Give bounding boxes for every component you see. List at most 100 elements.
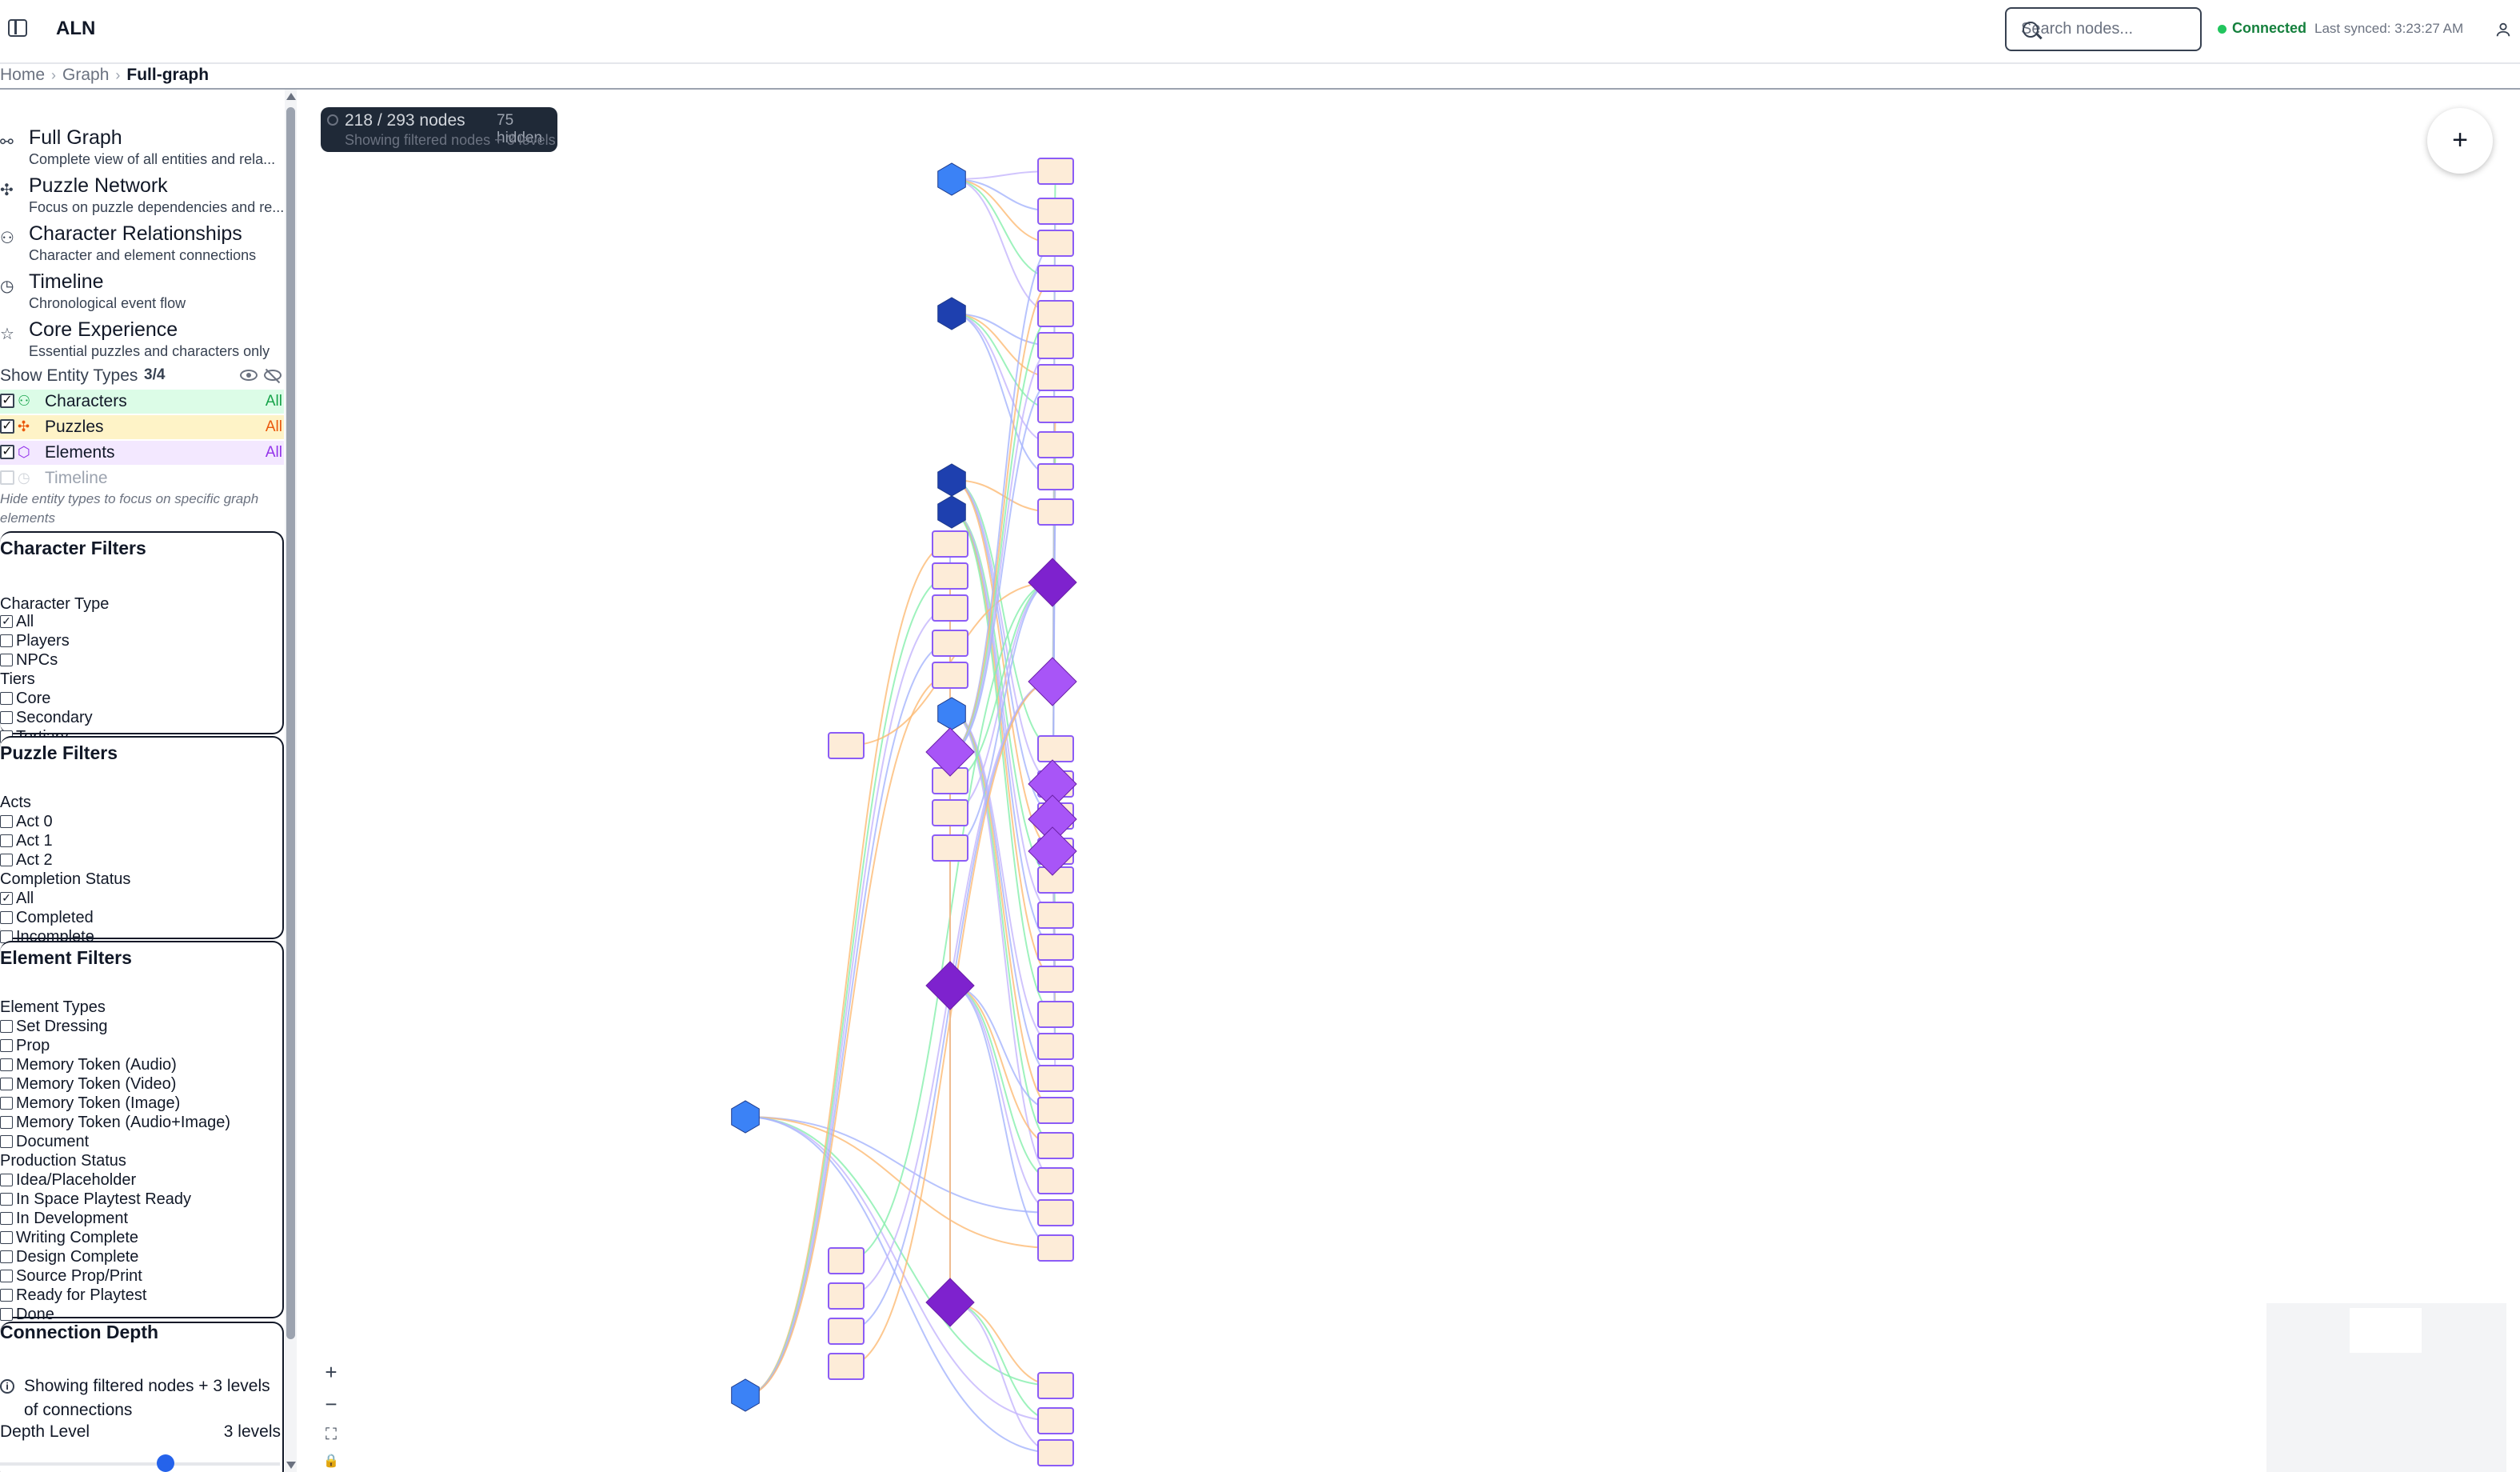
checkbox[interactable] — [0, 854, 13, 866]
checkbox[interactable] — [0, 1078, 13, 1090]
search-box[interactable] — [2005, 7, 2202, 51]
element-node[interactable] — [1037, 1439, 1074, 1466]
eye-off-icon[interactable] — [264, 370, 282, 381]
graph-edge[interactable] — [745, 607, 951, 1396]
breadcrumb-graph[interactable]: Graph — [62, 66, 109, 85]
checkbox[interactable]: ✓ — [0, 615, 13, 628]
entity-row-puzzles[interactable]: ✓ ✣ Puzzles All — [0, 415, 284, 439]
graph-svg[interactable] — [302, 90, 2520, 1472]
checkbox[interactable] — [0, 1308, 13, 1321]
entity-row-timeline[interactable]: ◷ Timeline — [0, 466, 284, 490]
checkbox[interactable] — [0, 1058, 13, 1071]
character-node[interactable] — [937, 297, 966, 330]
element-node[interactable] — [1037, 230, 1074, 257]
checkbox[interactable] — [0, 1212, 13, 1225]
element-node[interactable] — [1037, 332, 1074, 359]
character-node[interactable] — [731, 1100, 760, 1134]
checkbox[interactable] — [0, 1193, 13, 1206]
depth-slider-track[interactable] — [0, 1462, 280, 1466]
element-node[interactable] — [932, 662, 968, 689]
element-node[interactable] — [828, 1282, 865, 1310]
character-node[interactable] — [731, 1378, 760, 1412]
checkbox[interactable] — [0, 1231, 13, 1244]
characters-checkbox[interactable]: ✓ — [0, 394, 14, 408]
element-node[interactable] — [932, 799, 968, 826]
sidebar-toggle-icon[interactable] — [8, 19, 27, 37]
element-node[interactable] — [1037, 364, 1074, 391]
element-node[interactable] — [1037, 431, 1074, 458]
checkbox[interactable] — [0, 1020, 13, 1033]
element-node[interactable] — [1037, 1199, 1074, 1226]
depth-slider-thumb[interactable] — [157, 1454, 174, 1472]
checkbox[interactable] — [0, 1289, 13, 1302]
character-node[interactable] — [937, 697, 966, 730]
scroll-up-icon[interactable] — [286, 93, 296, 100]
puzzle-node[interactable] — [925, 961, 975, 1010]
minimap-viewport[interactable] — [2350, 1308, 2422, 1353]
element-node[interactable] — [1037, 498, 1074, 526]
element-node[interactable] — [1037, 1167, 1074, 1194]
character-node[interactable] — [937, 162, 966, 196]
element-node[interactable] — [932, 562, 968, 590]
checkbox[interactable] — [0, 692, 13, 705]
breadcrumb-home[interactable]: Home — [0, 66, 45, 85]
element-node[interactable] — [1037, 1065, 1074, 1092]
puzzle-node[interactable] — [1028, 657, 1077, 706]
checkbox[interactable] — [0, 1135, 13, 1148]
minimap[interactable] — [2266, 1303, 2506, 1472]
element-node[interactable] — [932, 834, 968, 862]
elements-checkbox[interactable]: ✓ — [0, 445, 14, 459]
view-full-graph[interactable]: ⚯ Full Graph Complete view of all entiti… — [0, 126, 284, 173]
sidebar-scrollbar[interactable] — [285, 90, 297, 1472]
element-node[interactable] — [1037, 902, 1074, 929]
element-node[interactable] — [1037, 1097, 1074, 1124]
checkbox[interactable] — [0, 911, 13, 924]
app-logo[interactable]: ALN — [56, 18, 95, 40]
element-node[interactable] — [828, 1318, 865, 1345]
view-core-experience[interactable]: ☆ Core Experience Essential puzzles and … — [0, 318, 284, 365]
puzzle-node[interactable] — [925, 1278, 975, 1327]
checkbox[interactable] — [0, 1039, 13, 1052]
element-node[interactable] — [1037, 158, 1074, 185]
timeline-checkbox[interactable] — [0, 470, 14, 485]
element-node[interactable] — [1037, 198, 1074, 225]
checkbox[interactable] — [0, 1116, 13, 1129]
checkbox[interactable] — [0, 1250, 13, 1263]
puzzles-checkbox[interactable]: ✓ — [0, 419, 14, 434]
graph-edge[interactable] — [951, 178, 1056, 279]
element-node[interactable] — [828, 1247, 865, 1274]
element-node[interactable] — [1037, 966, 1074, 993]
element-node[interactable] — [1037, 735, 1074, 762]
add-node-button[interactable]: + — [2427, 108, 2493, 174]
element-node[interactable] — [828, 1353, 865, 1380]
element-node[interactable] — [1037, 1372, 1074, 1399]
element-node[interactable] — [1037, 1407, 1074, 1434]
element-node[interactable] — [1037, 1001, 1074, 1028]
sidebar-scroll-thumb[interactable] — [286, 107, 295, 1339]
checkbox[interactable] — [0, 834, 13, 847]
checkbox[interactable] — [0, 634, 13, 647]
checkbox[interactable]: ✓ — [0, 892, 13, 905]
element-node[interactable] — [828, 732, 865, 759]
checkbox[interactable] — [0, 1097, 13, 1110]
checkbox[interactable] — [0, 815, 13, 828]
view-timeline[interactable]: ◷ Timeline Chronological event flow — [0, 270, 284, 317]
lock-button[interactable]: 🔒 — [320, 1451, 342, 1472]
graph-edge[interactable] — [745, 1116, 1056, 1214]
checkbox[interactable] — [0, 1174, 13, 1186]
character-node[interactable] — [937, 495, 966, 529]
checkbox[interactable] — [0, 711, 13, 724]
element-node[interactable] — [1037, 300, 1074, 327]
element-node[interactable] — [932, 594, 968, 622]
puzzle-node[interactable] — [1028, 558, 1077, 607]
eye-icon[interactable] — [240, 370, 258, 381]
character-node[interactable] — [937, 463, 966, 497]
element-node[interactable] — [1037, 1033, 1074, 1060]
entity-row-characters[interactable]: ✓ ⚇ Characters All — [0, 390, 284, 414]
view-puzzle-network[interactable]: ✣ Puzzle Network Focus on puzzle depende… — [0, 174, 284, 221]
user-icon[interactable] — [2494, 21, 2512, 38]
element-node[interactable] — [1037, 1234, 1074, 1262]
element-node[interactable] — [932, 630, 968, 657]
entity-row-elements[interactable]: ✓ ⬡ Elements All — [0, 441, 284, 465]
fit-view-button[interactable]: ⛶ — [320, 1424, 342, 1446]
